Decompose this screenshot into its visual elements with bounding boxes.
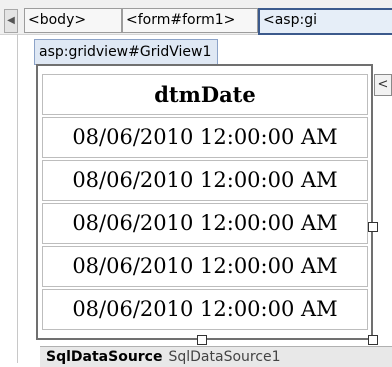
designer-margin <box>17 34 18 363</box>
resize-handle-corner[interactable] <box>368 335 378 345</box>
resize-handle-right[interactable] <box>368 222 378 232</box>
grid-row: 08/06/2010 12:00:00 AM <box>42 117 368 158</box>
grid-row: 08/06/2010 12:00:00 AM <box>42 246 368 287</box>
breadcrumb-form[interactable]: <form#form1> <box>122 8 258 33</box>
gridview-label: asp:gridview#GridView1 <box>34 39 219 65</box>
smart-tag-button[interactable]: < <box>374 74 392 96</box>
grid-row: 08/06/2010 12:00:00 AM <box>42 160 368 201</box>
breadcrumb-bar: ◀ <body> <form#form1> <asp:gi <box>0 0 392 35</box>
grid-row: 08/06/2010 12:00:00 AM <box>42 289 368 330</box>
breadcrumb-gridview[interactable]: <asp:gi <box>258 8 392 35</box>
grid-row: 08/06/2010 12:00:00 AM <box>42 203 368 244</box>
resize-handle-bottom[interactable] <box>197 335 207 345</box>
chevron-left-icon[interactable]: ◀ <box>4 9 18 33</box>
grid-header-cell: dtmDate <box>42 74 368 115</box>
gridview[interactable]: dtmDate 08/06/2010 12:00:00 AM 08/06/201… <box>36 64 373 340</box>
breadcrumb-body[interactable]: <body> <box>24 8 122 33</box>
sqldatasource-control[interactable]: SqlDataSource SqlDataSource1 <box>40 346 392 367</box>
